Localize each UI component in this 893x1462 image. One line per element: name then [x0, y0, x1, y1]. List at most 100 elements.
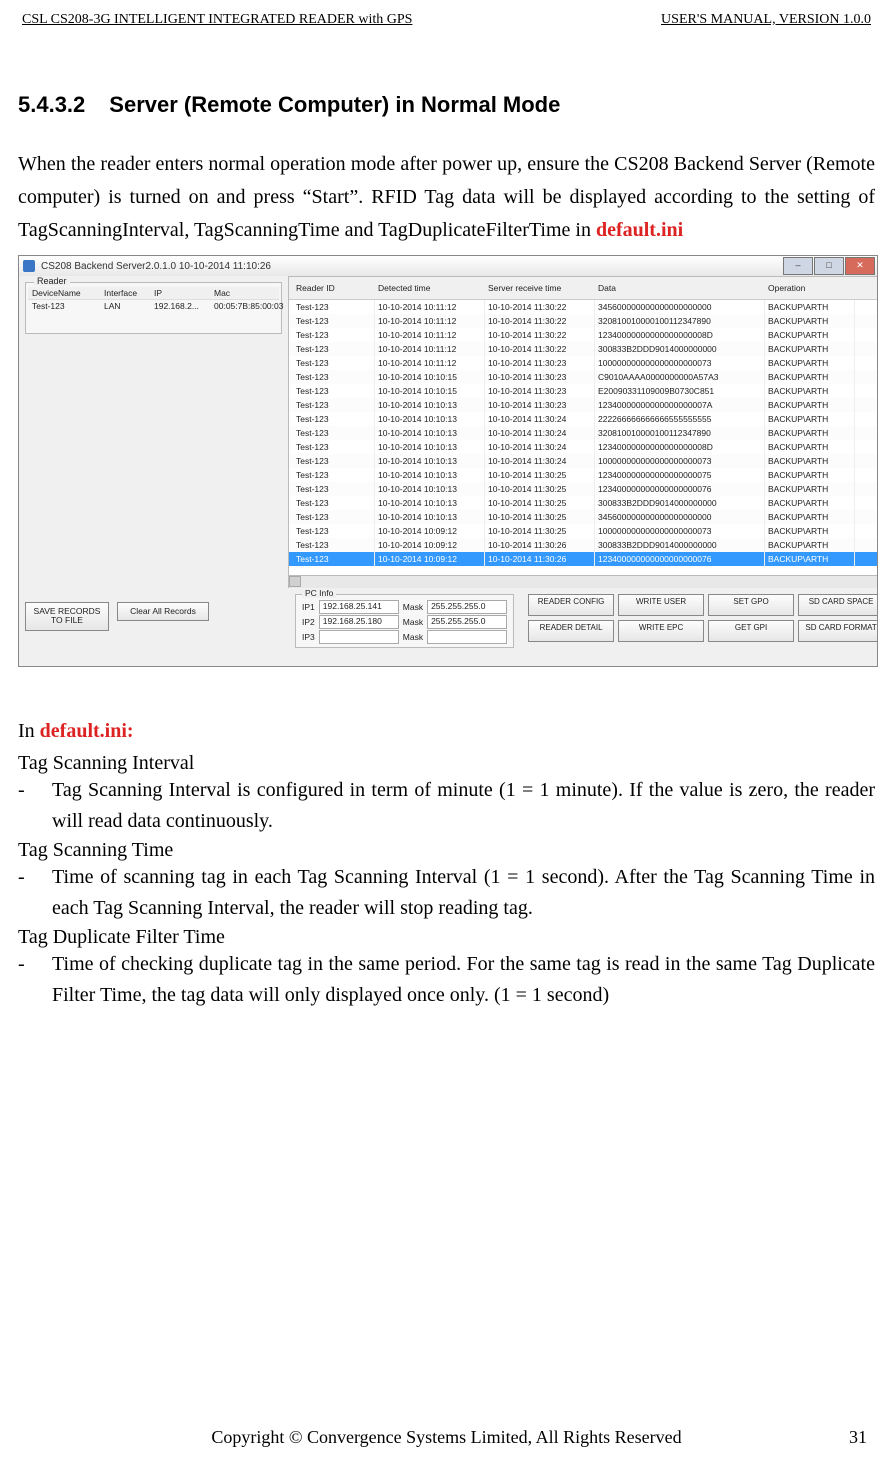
table-cell: 12340000000000000000008D: [595, 328, 765, 342]
table-cell: Test-123: [293, 468, 375, 482]
app-screenshot: CS208 Backend Server2.0.1.0 10-10-2014 1…: [18, 255, 878, 667]
table-cell: 10-10-2014 11:30:22: [485, 314, 595, 328]
table-cell: 10-10-2014 11:30:25: [485, 482, 595, 496]
table-cell: 100000000000000000000073: [595, 524, 765, 538]
sd-card-space-button[interactable]: SD CARD SPACE: [798, 594, 878, 616]
ip1-label: IP1: [302, 602, 315, 612]
section-title: Server (Remote Computer) in Normal Mode: [109, 92, 560, 117]
window-minimize-button[interactable]: –: [783, 257, 813, 275]
table-cell: 10-10-2014 10:10:13: [375, 426, 485, 440]
scroll-left-icon[interactable]: [289, 576, 301, 587]
default-ini-colon: default.ini:: [40, 720, 134, 742]
mask1-field[interactable]: 255.255.255.0: [427, 600, 507, 614]
clear-all-button[interactable]: Clear All Records: [117, 602, 209, 621]
write-user-button[interactable]: WRITE USER: [618, 594, 704, 616]
table-row[interactable]: Test-12310-10-2014 10:10:1310-10-2014 11…: [289, 496, 878, 510]
table-cell: 10-10-2014 10:10:13: [375, 482, 485, 496]
table-cell: 10-10-2014 10:10:13: [375, 398, 485, 412]
sd-card-format-button[interactable]: SD CARD FORMAT: [798, 620, 878, 642]
table-cell: Test-123: [293, 328, 375, 342]
table-cell: 10-10-2014 11:30:25: [485, 524, 595, 538]
table-row[interactable]: Test-12310-10-2014 10:10:1310-10-2014 11…: [289, 468, 878, 482]
table-cell: 123400000000000000000075: [595, 468, 765, 482]
mask3-field[interactable]: [427, 630, 507, 644]
table-cell: BACKUP\ARTH: [765, 314, 855, 328]
bottom-right-panel: PC Info IP1 192.168.25.141 Mask 255.255.…: [289, 588, 878, 666]
table-cell: BACKUP\ARTH: [765, 524, 855, 538]
reader-config-button[interactable]: READER CONFIG: [528, 594, 614, 616]
table-cell: 10-10-2014 11:30:26: [485, 538, 595, 552]
table-cell: BACKUP\ARTH: [765, 538, 855, 552]
doc-header-right: USER'S MANUAL, VERSION 1.0.0: [661, 12, 871, 28]
table-cell: 10-10-2014 10:10:15: [375, 384, 485, 398]
table-cell: Test-123: [293, 398, 375, 412]
ip2-label: IP2: [302, 617, 315, 627]
table-cell: BACKUP\ARTH: [765, 300, 855, 314]
table-row[interactable]: Test-12310-10-2014 10:10:1310-10-2014 11…: [289, 454, 878, 468]
reader-col-mac: Mac: [214, 288, 275, 298]
table-row[interactable]: Test-12310-10-2014 10:10:1510-10-2014 11…: [289, 370, 878, 384]
table-row[interactable]: Test-12310-10-2014 10:10:1310-10-2014 11…: [289, 482, 878, 496]
bottom-left-panel: SAVE RECORDS TO FILE Clear All Records: [19, 588, 289, 666]
table-cell: Test-123: [293, 538, 375, 552]
table-cell: BACKUP\ARTH: [765, 510, 855, 524]
col-receive-time: Server receive time: [485, 283, 595, 294]
table-row[interactable]: Test-12310-10-2014 10:11:1210-10-2014 11…: [289, 314, 878, 328]
section-heading: 5.4.3.2Server (Remote Computer) in Norma…: [18, 92, 875, 118]
app-icon: [23, 260, 35, 272]
window-maximize-button[interactable]: □: [814, 257, 844, 275]
table-row[interactable]: Test-12310-10-2014 10:10:1310-10-2014 11…: [289, 398, 878, 412]
page-footer: Copyright © Convergence Systems Limited,…: [0, 1427, 893, 1448]
table-row[interactable]: Test-12310-10-2014 10:10:1310-10-2014 11…: [289, 426, 878, 440]
table-cell: 345600000000000000000000: [595, 300, 765, 314]
table-cell: Test-123: [293, 440, 375, 454]
reader-row[interactable]: Test-123 LAN 192.168.2... 00:05:7B:85:00…: [28, 300, 279, 312]
table-cell: 12340000000000000000008D: [595, 440, 765, 454]
table-cell: 10-10-2014 10:09:12: [375, 524, 485, 538]
table-cell: 10-10-2014 10:11:12: [375, 300, 485, 314]
table-cell: 10-10-2014 11:30:24: [485, 426, 595, 440]
table-cell: 100000000000000000000073: [595, 356, 765, 370]
table-row[interactable]: Test-12310-10-2014 10:11:1210-10-2014 11…: [289, 342, 878, 356]
table-cell: 123400000000000000000076: [595, 482, 765, 496]
pc-info-group: PC Info IP1 192.168.25.141 Mask 255.255.…: [295, 594, 514, 648]
reader-detail-button[interactable]: READER DETAIL: [528, 620, 614, 642]
table-cell: 10-10-2014 11:30:23: [485, 384, 595, 398]
save-records-button[interactable]: SAVE RECORDS TO FILE: [25, 602, 109, 631]
table-cell: 10-10-2014 10:10:13: [375, 454, 485, 468]
reader-group: Reader DeviceName Interface IP Mac Test-…: [25, 282, 282, 334]
table-row[interactable]: Test-12310-10-2014 10:11:1210-10-2014 11…: [289, 356, 878, 370]
col-operation: Operation: [765, 283, 855, 294]
table-row[interactable]: Test-12310-10-2014 10:11:1210-10-2014 11…: [289, 328, 878, 342]
write-epc-button[interactable]: WRITE EPC: [618, 620, 704, 642]
reader-col-interface: Interface: [104, 288, 154, 298]
ip3-field[interactable]: [319, 630, 399, 644]
window-close-button[interactable]: ✕: [845, 257, 875, 275]
table-cell: 10-10-2014 10:11:12: [375, 328, 485, 342]
bullet-scanning-time: - Time of scanning tag in each Tag Scann…: [18, 862, 875, 924]
mask2-label: Mask: [403, 617, 423, 627]
table-row[interactable]: Test-12310-10-2014 10:11:1210-10-2014 11…: [289, 300, 878, 314]
table-row[interactable]: Test-12310-10-2014 10:10:1510-10-2014 11…: [289, 384, 878, 398]
table-cell: 300833B2DDD9014000000000: [595, 496, 765, 510]
table-row[interactable]: Test-12310-10-2014 10:09:1210-10-2014 11…: [289, 552, 878, 566]
intro-text: When the reader enters normal operation …: [18, 153, 875, 241]
mask2-field[interactable]: 255.255.255.0: [427, 615, 507, 629]
table-row[interactable]: Test-12310-10-2014 10:09:1210-10-2014 11…: [289, 524, 878, 538]
horizontal-scrollbar[interactable]: [289, 575, 878, 588]
table-row[interactable]: Test-12310-10-2014 10:09:1210-10-2014 11…: [289, 538, 878, 552]
default-ini-highlight: default.ini: [596, 219, 683, 241]
set-gpo-button[interactable]: SET GPO: [708, 594, 794, 616]
table-cell: Test-123: [293, 314, 375, 328]
table-cell: BACKUP\ARTH: [765, 454, 855, 468]
table-cell: Test-123: [293, 482, 375, 496]
table-row[interactable]: Test-12310-10-2014 10:10:1310-10-2014 11…: [289, 510, 878, 524]
ip2-field[interactable]: 192.168.25.180: [319, 615, 399, 629]
table-cell: 10-10-2014 11:30:25: [485, 496, 595, 510]
table-row[interactable]: Test-12310-10-2014 10:10:1310-10-2014 11…: [289, 440, 878, 454]
table-row[interactable]: Test-12310-10-2014 10:10:1310-10-2014 11…: [289, 412, 878, 426]
table-cell: 10-10-2014 11:30:24: [485, 440, 595, 454]
ip1-field[interactable]: 192.168.25.141: [319, 600, 399, 614]
get-gpi-button[interactable]: GET GPI: [708, 620, 794, 642]
table-cell: BACKUP\ARTH: [765, 482, 855, 496]
